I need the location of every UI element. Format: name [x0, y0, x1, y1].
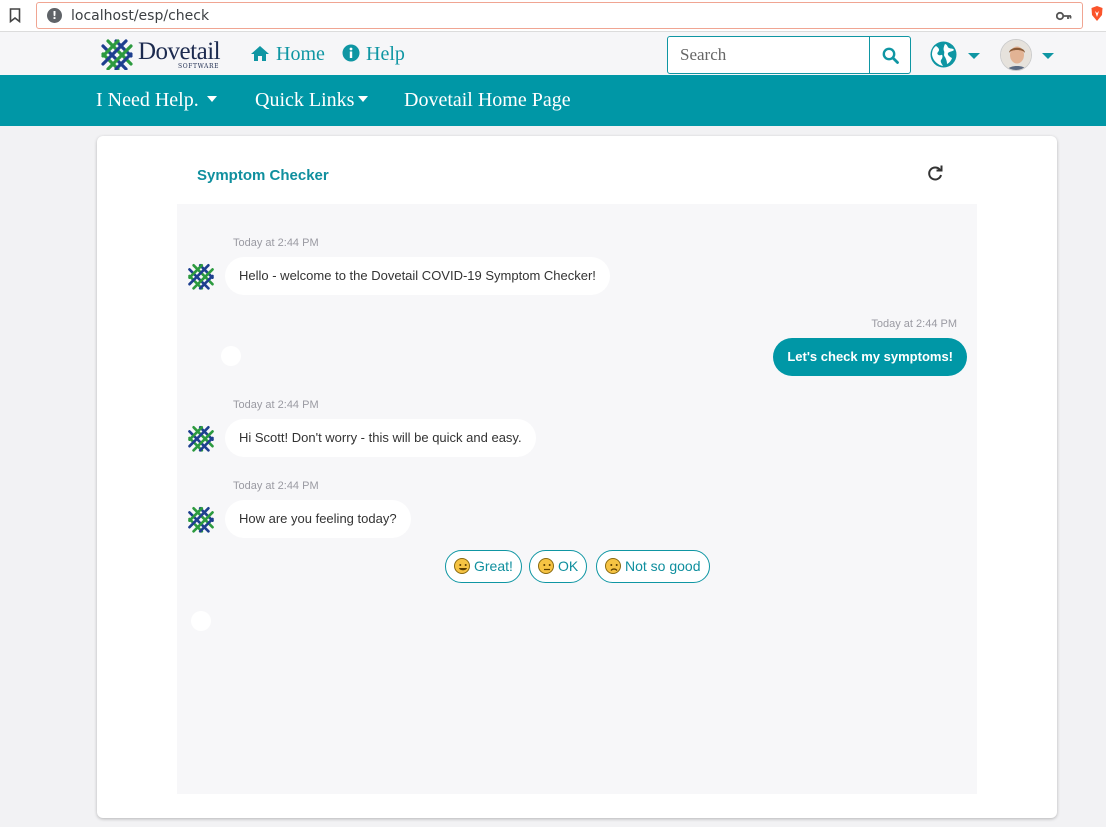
chevron-down-icon [968, 53, 980, 59]
home-link[interactable]: Home [250, 43, 325, 66]
user-photo-icon [1001, 40, 1031, 70]
frowning-face-icon [605, 558, 621, 574]
globe-icon [930, 41, 957, 68]
brave-shield-icon[interactable] [1090, 5, 1104, 22]
help-link-label: Help [366, 43, 405, 65]
bookmark-icon[interactable] [9, 8, 21, 23]
search-icon [882, 47, 899, 64]
card-title: Symptom Checker [197, 167, 329, 184]
user-menu[interactable] [1000, 39, 1056, 71]
symptom-checker-card: Symptom Checker Today at 2:44 PM Hello -… [97, 136, 1057, 818]
reply-ok-button[interactable]: OK [529, 550, 588, 583]
chevron-down-icon [1042, 53, 1054, 59]
nav-i-need-help-dropdown[interactable]: I Need Help. [96, 89, 217, 112]
dovetail-logo[interactable]: Dovetail SOFTWARE [100, 36, 230, 70]
message-timestamp: Today at 2:44 PM [233, 480, 319, 492]
site-info-icon[interactable]: ! [47, 8, 62, 23]
message-timestamp: Today at 2:44 PM [871, 318, 957, 330]
nav-dovetail-home-page[interactable]: Dovetail Home Page [404, 89, 571, 112]
reply-label: Not so good [625, 558, 701, 574]
main-navbar: I Need Help. Quick Links Dovetail Home P… [0, 75, 1106, 126]
dovetail-logo-mark-icon [101, 39, 133, 70]
info-circle-icon [342, 44, 360, 62]
reply-great-button[interactable]: Great! [445, 550, 522, 583]
nav-item-label: Dovetail Home Page [404, 89, 571, 111]
user-message-bubble: Let's check my symptoms! [773, 338, 967, 376]
neutral-face-icon [538, 558, 554, 574]
dovetail-bot-avatar-icon [188, 263, 214, 290]
chevron-down-icon [206, 96, 217, 102]
dovetail-bot-avatar-icon [188, 506, 214, 533]
url-text[interactable]: localhost/esp/check [71, 8, 209, 24]
typing-indicator-dot [221, 346, 241, 366]
message-timestamp: Today at 2:44 PM [233, 399, 319, 411]
refresh-icon[interactable] [926, 165, 944, 183]
reply-label: OK [558, 558, 579, 574]
nav-item-label: Quick Links [255, 89, 355, 111]
grinning-face-icon [454, 558, 470, 574]
help-link[interactable]: Help [342, 43, 405, 66]
nav-item-label: I Need Help. [96, 89, 199, 111]
message-timestamp: Today at 2:44 PM [233, 237, 319, 249]
search-button[interactable] [869, 36, 911, 74]
key-icon[interactable] [1056, 10, 1072, 22]
address-bar[interactable]: ! localhost/esp/check [36, 2, 1083, 29]
language-selector[interactable] [930, 41, 982, 69]
chevron-down-icon [358, 96, 369, 102]
logo-subtext: SOFTWARE [178, 63, 220, 70]
site-header: Dovetail SOFTWARE Home Help [0, 32, 1106, 75]
dovetail-bot-avatar-icon [188, 425, 214, 452]
nav-quick-links-dropdown[interactable]: Quick Links [255, 89, 369, 112]
browser-toolbar: ! localhost/esp/check [0, 0, 1106, 32]
typing-indicator-dot [191, 611, 211, 631]
bot-message-bubble: Hi Scott! Don't worry - this will be qui… [225, 419, 536, 457]
home-icon [251, 46, 269, 61]
chat-transcript[interactable]: Today at 2:44 PM Hello - welcome to the … [177, 204, 977, 794]
home-link-label: Home [276, 43, 325, 65]
reply-not-so-good-button[interactable]: Not so good [596, 550, 710, 583]
avatar [1000, 39, 1032, 71]
search-input[interactable] [667, 36, 870, 74]
bot-message-bubble: Hello - welcome to the Dovetail COVID-19… [225, 257, 610, 295]
logo-wordmark: Dovetail [138, 38, 221, 65]
reply-label: Great! [474, 558, 513, 574]
bot-message-bubble: How are you feeling today? [225, 500, 411, 538]
